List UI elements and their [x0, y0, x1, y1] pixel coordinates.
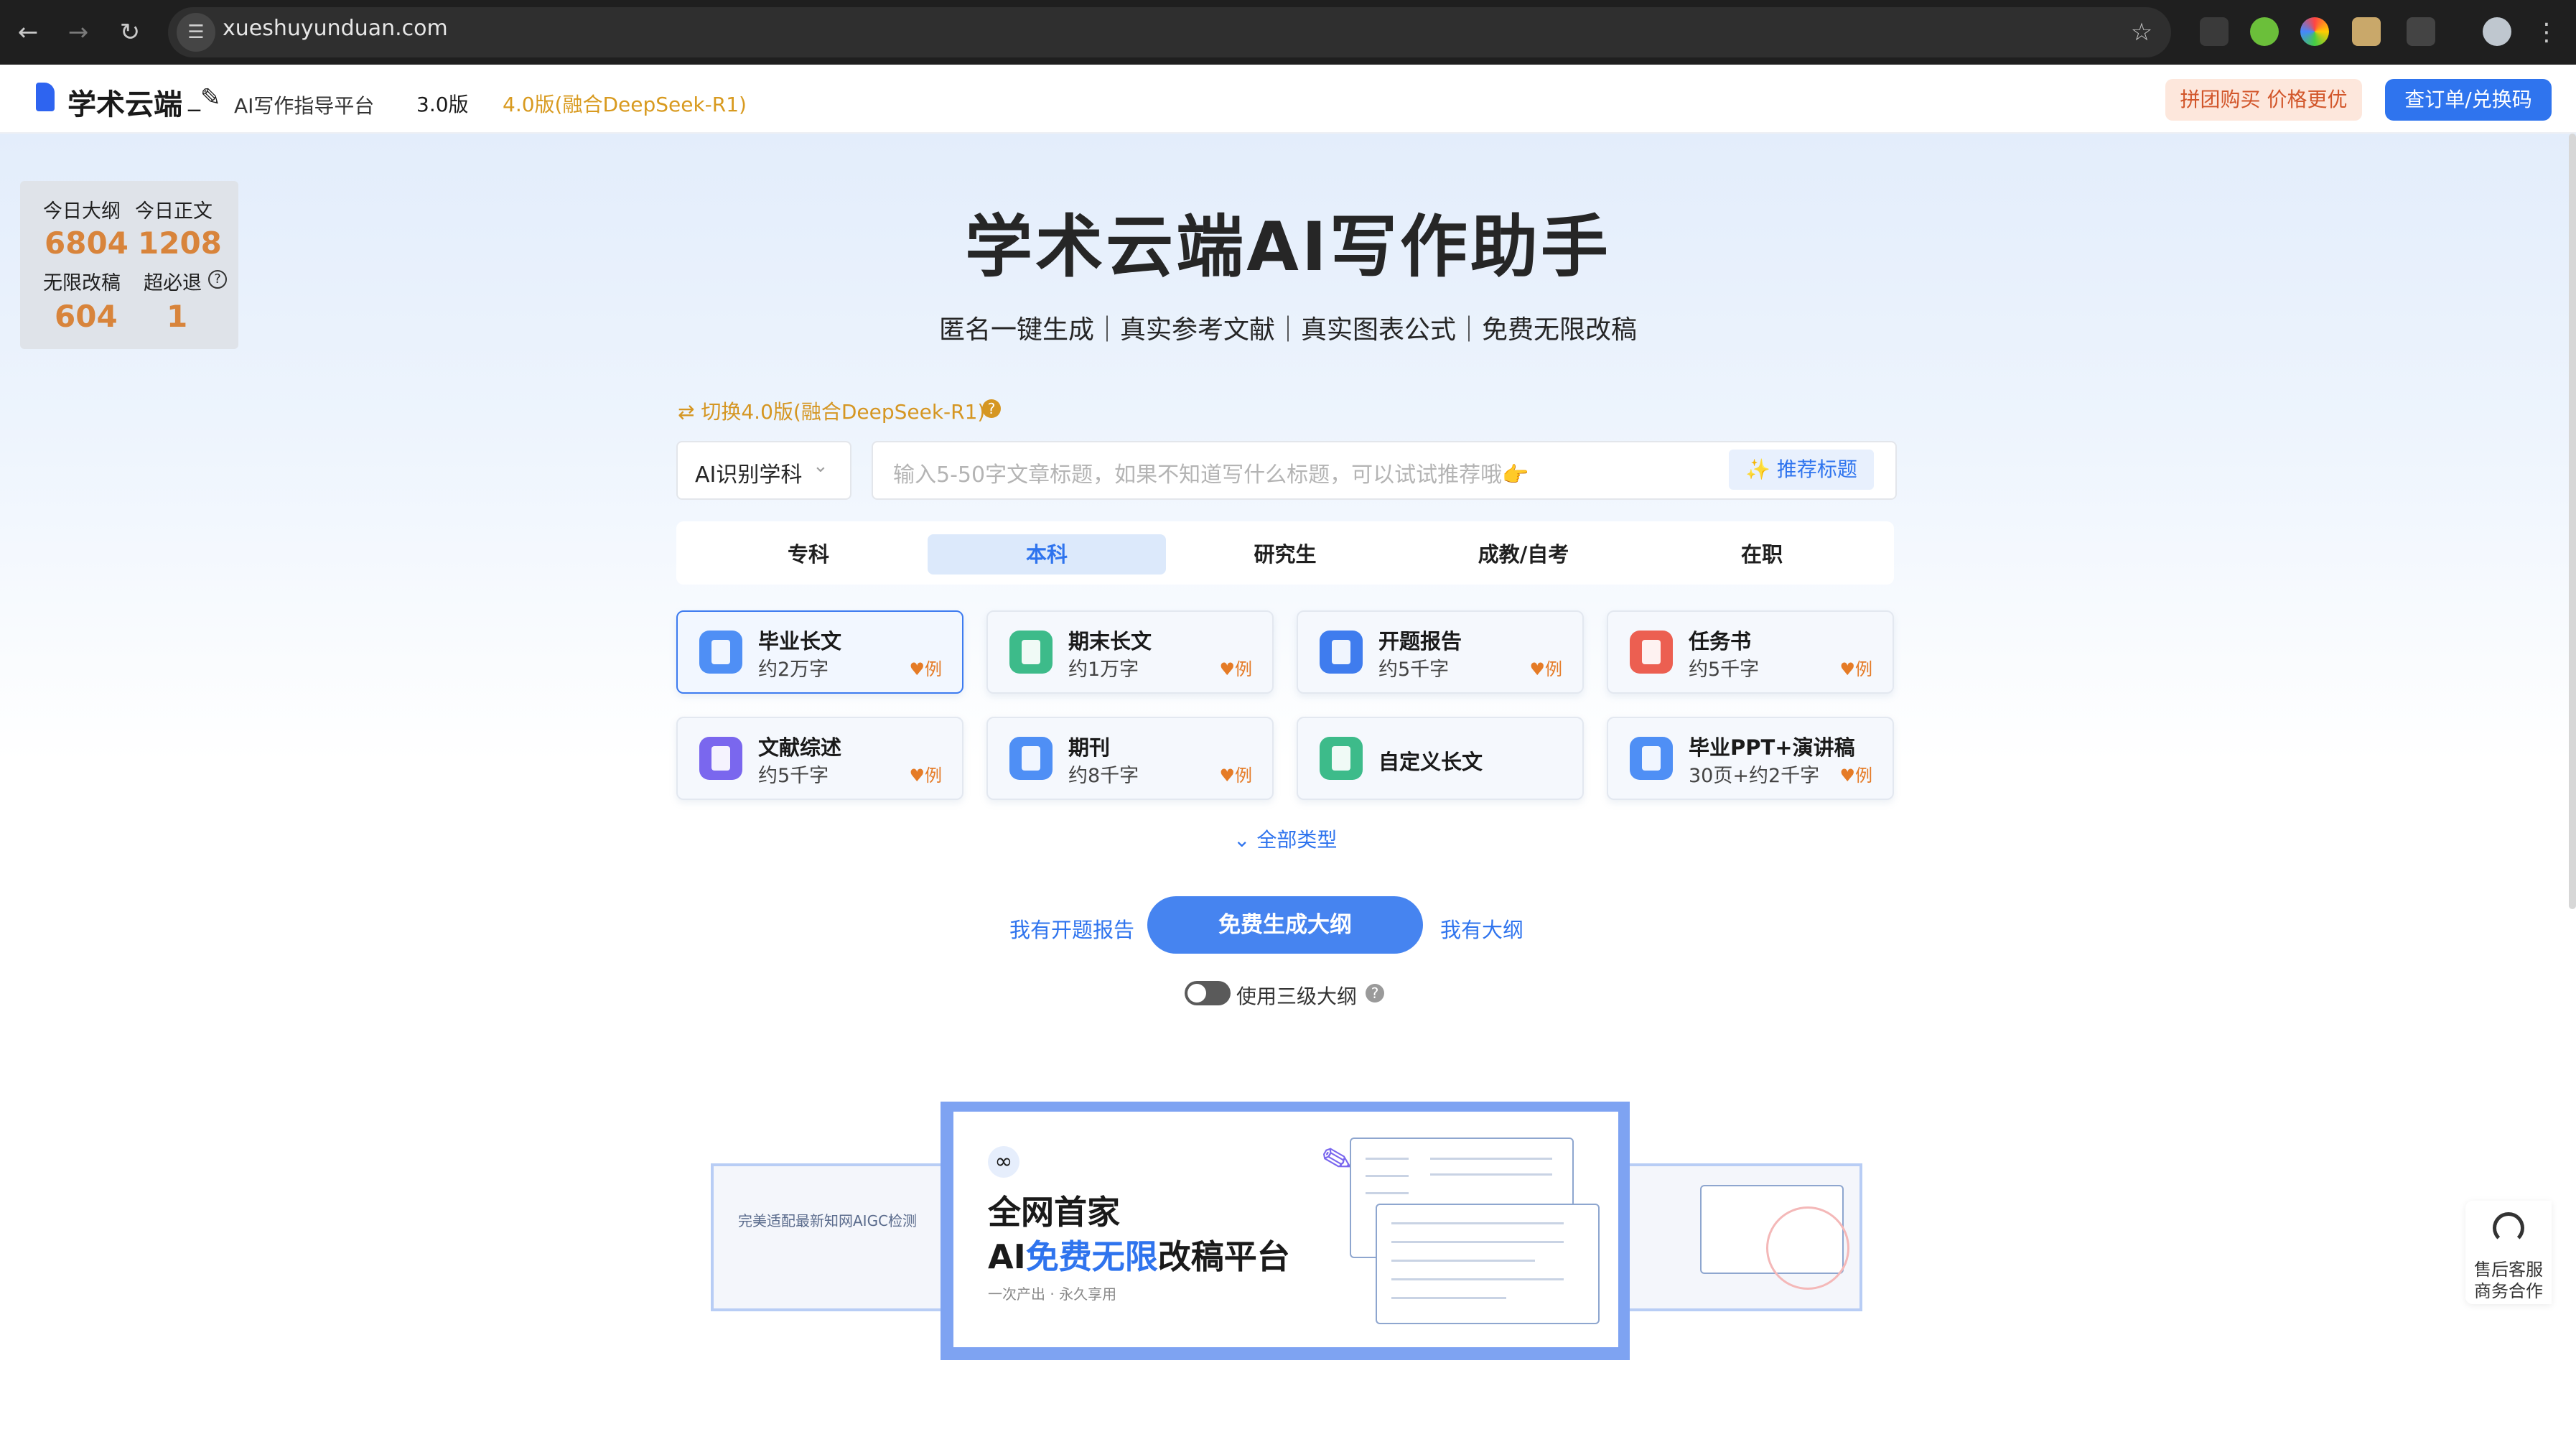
example-link[interactable]: ♥例	[1219, 655, 1252, 680]
logo-subtitle: AI写作指导平台	[234, 94, 375, 118]
card-ppt-speech[interactable]: 毕业PPT+演讲稿 30页+约2千字 ♥例	[1607, 717, 1894, 800]
subject-select-value[interactable]: AI识别学科	[695, 457, 802, 488]
card-title: 期末长文	[1068, 629, 1152, 653]
banner-slide-prev[interactable]	[711, 1163, 961, 1311]
card-title: 毕业PPT+演讲稿	[1689, 735, 1855, 760]
help-icon[interactable]: ?	[982, 399, 1001, 418]
extension-icon[interactable]	[2250, 17, 2279, 46]
group-buy-button[interactable]: 拼团购买 价格更优	[2165, 79, 2362, 121]
infinity-icon: ∞	[988, 1146, 1019, 1178]
tab-graduate[interactable]: 研究生	[1166, 534, 1404, 575]
menu-icon[interactable]: ⋮	[2529, 14, 2565, 50]
example-link[interactable]: ♥例	[1839, 761, 1872, 786]
card-subtitle: 约2万字	[758, 659, 829, 681]
example-link[interactable]: ♥例	[1839, 655, 1872, 680]
example-link[interactable]: ♥例	[1529, 655, 1562, 680]
bookmark-star-icon[interactable]: ☆	[2124, 14, 2160, 50]
card-graduation-paper[interactable]: 毕业长文 约2万字 ♥例	[676, 610, 963, 694]
document-icon	[699, 737, 742, 780]
banner-headline-2: AI免费无限改稿平台	[988, 1237, 1290, 1276]
card-subtitle: 约5千字	[1378, 659, 1450, 681]
example-link[interactable]: ♥例	[1219, 761, 1252, 786]
example-link[interactable]: ♥例	[909, 761, 942, 786]
chevron-down-icon[interactable]: ⌄	[813, 455, 829, 477]
have-proposal-link[interactable]: 我有开题报告	[1009, 913, 1134, 944]
back-icon[interactable]: ←	[10, 14, 46, 50]
three-level-label: 使用三级大纲	[1236, 985, 1358, 1008]
help-icon[interactable]: ?	[1366, 984, 1384, 1003]
order-lookup-button[interactable]: 查订单/兑换码	[2385, 79, 2552, 121]
edit-icon	[1320, 737, 1363, 780]
toggle-knob[interactable]	[1187, 984, 1206, 1003]
card-subtitle: 约1万字	[1068, 659, 1139, 681]
logo-text[interactable]: 学术云端	[67, 81, 182, 123]
address-bar[interactable]	[168, 7, 2171, 57]
business-label[interactable]: 商务合作	[2473, 1277, 2544, 1302]
recommend-title-label: 推荐标题	[1776, 457, 1857, 481]
extensions-puzzle-icon[interactable]	[2407, 17, 2435, 46]
all-types-link[interactable]: ⌄ 全部类型	[1233, 824, 1337, 853]
extension-icon[interactable]	[2200, 17, 2229, 46]
banner-slide-text: 完美适配最新知网AIGC检测	[738, 1212, 918, 1229]
reload-icon[interactable]: ↻	[112, 14, 148, 50]
card-title: 自定义长文	[1378, 750, 1483, 774]
all-types-label: 全部类型	[1256, 828, 1338, 852]
chevron-down-icon: ⌄	[1233, 828, 1251, 852]
tab-junior-college[interactable]: 专科	[689, 534, 928, 575]
forward-icon[interactable]: →	[60, 14, 96, 50]
title-input-placeholder[interactable]: 输入5-50字文章标题，如果不知道写什么标题，可以试试推荐哦👉	[893, 457, 1529, 488]
checklist-icon	[1630, 631, 1673, 674]
nav-version-3[interactable]: 3.0版	[416, 89, 469, 118]
document-icon	[1009, 737, 1053, 780]
profile-avatar[interactable]	[2483, 17, 2511, 46]
document-preview	[1376, 1204, 1600, 1324]
scrollbar[interactable]	[2569, 134, 2576, 909]
card-title: 任务书	[1689, 629, 1752, 653]
card-title: 开题报告	[1378, 629, 1462, 653]
recommend-title-button[interactable]: ✨ 推荐标题	[1729, 450, 1874, 490]
extension-icon[interactable]	[2352, 17, 2381, 46]
card-subtitle: 约5千字	[1689, 659, 1760, 681]
example-link[interactable]: ♥例	[909, 655, 942, 680]
magic-wand-icon: ✨	[1745, 457, 1770, 481]
card-proposal-report[interactable]: 开题报告 约5千字 ♥例	[1297, 610, 1584, 694]
banner-caption: 一次产出 · 永久享用	[988, 1285, 1117, 1303]
card-subtitle: 约5千字	[758, 765, 829, 787]
switch-version-link[interactable]: ⇄ 切换4.0版(融合DeepSeek-R1)	[678, 396, 985, 425]
logo-icon	[36, 83, 55, 111]
headset-icon	[2493, 1212, 2524, 1244]
card-journal[interactable]: 期刊 约8千字 ♥例	[986, 717, 1274, 800]
presentation-icon	[1630, 737, 1673, 780]
card-subtitle: 30页+约2千字	[1689, 765, 1820, 787]
card-final-paper[interactable]: 期末长文 约1万字 ♥例	[986, 610, 1274, 694]
card-title: 文献综述	[758, 735, 842, 760]
extension-icon[interactable]	[2300, 17, 2329, 46]
site-info-icon[interactable]: ☰	[177, 13, 215, 52]
card-literature-review[interactable]: 文献综述 约5千字 ♥例	[676, 717, 963, 800]
magnifier-icon	[1766, 1206, 1849, 1290]
nav-version-4[interactable]: 4.0版(融合DeepSeek-R1)	[503, 89, 747, 118]
card-title: 毕业长文	[758, 629, 842, 653]
url-text[interactable]: xueshuyunduan.com	[223, 16, 448, 41]
card-title: 期刊	[1068, 735, 1111, 760]
tab-in-service[interactable]: 在职	[1643, 534, 1881, 575]
pen-icon: _✎	[188, 83, 221, 112]
tab-adult-education[interactable]: 成教/自考	[1404, 534, 1643, 575]
card-subtitle: 约8千字	[1068, 765, 1139, 787]
document-icon	[1320, 631, 1363, 674]
card-task-book[interactable]: 任务书 约5千字 ♥例	[1607, 610, 1894, 694]
tab-undergraduate[interactable]: 本科	[928, 534, 1166, 575]
page-subtitle: 匿名一键生成｜真实参考文献｜真实图表公式｜免费无限改稿	[938, 315, 1637, 345]
banner-headline: 全网首家	[988, 1193, 1120, 1232]
card-custom-paper[interactable]: 自定义长文	[1297, 717, 1584, 800]
document-icon	[699, 631, 742, 674]
have-outline-link[interactable]: 我有大纲	[1440, 913, 1523, 944]
generate-outline-button[interactable]: 免费生成大纲	[1147, 896, 1423, 954]
page-title: 学术云端AI写作助手	[965, 208, 1611, 287]
document-icon	[1009, 631, 1053, 674]
